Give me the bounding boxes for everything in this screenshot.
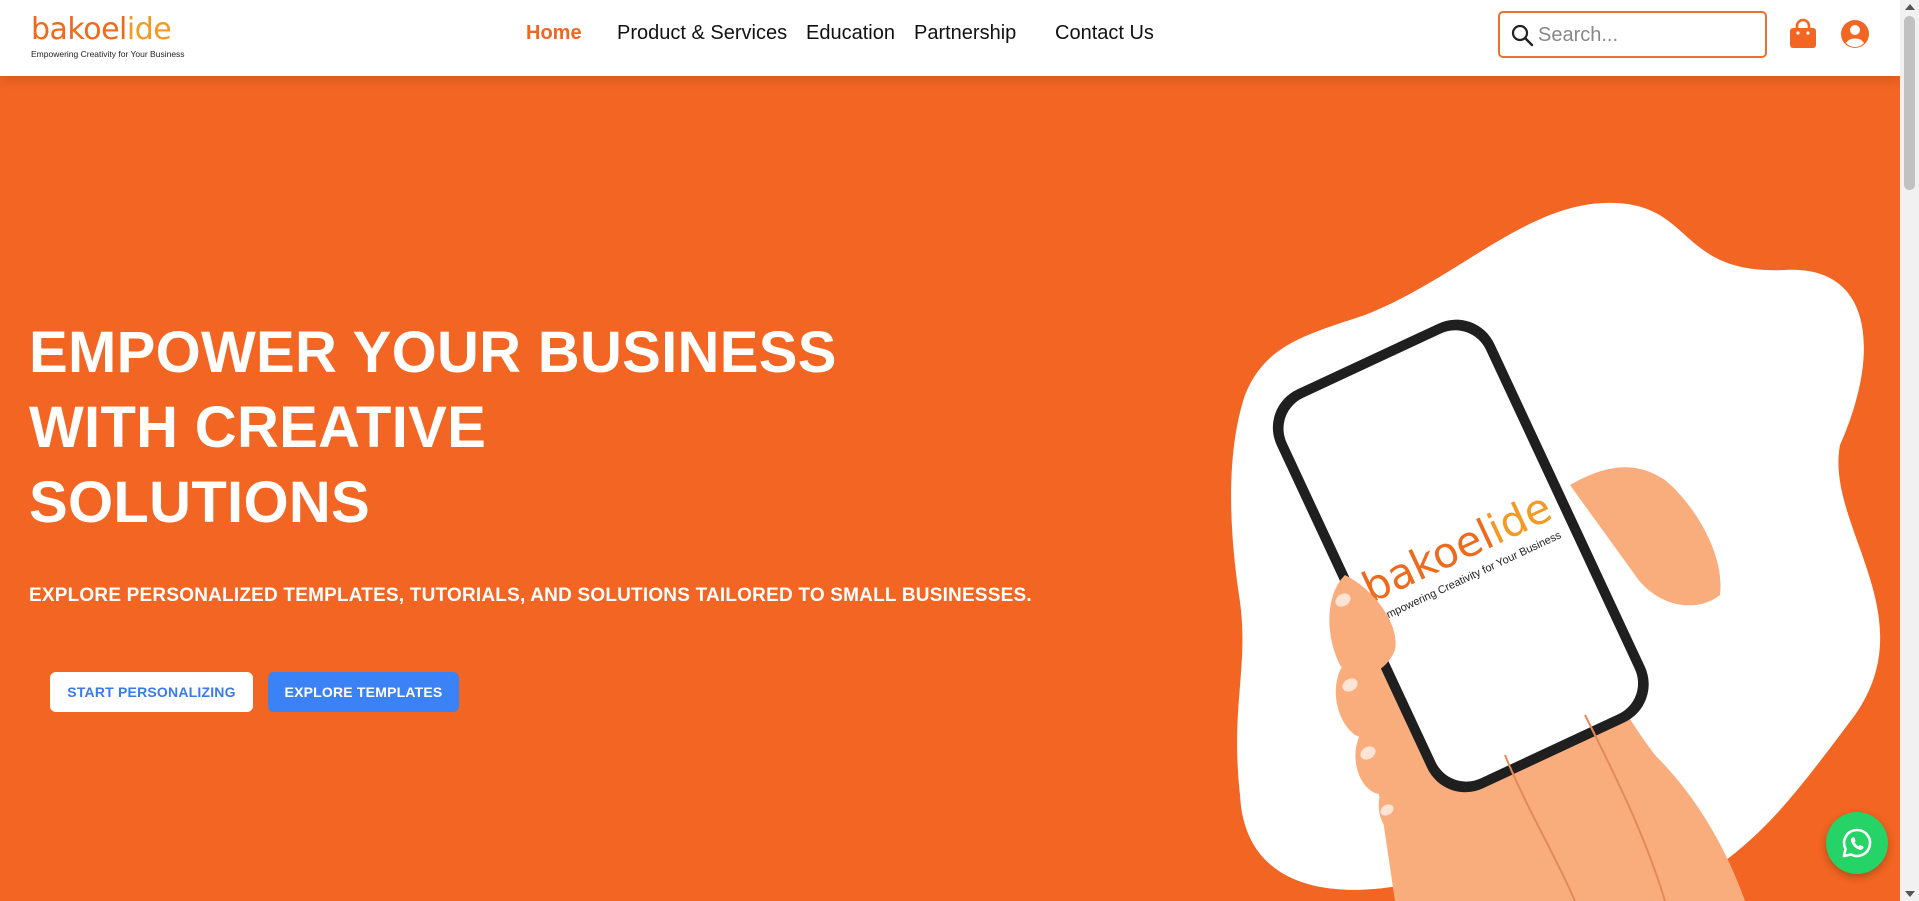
- logo-tagline: Empowering Creativity for Your Business: [31, 49, 185, 59]
- nav-item-home[interactable]: Home: [526, 22, 582, 45]
- shopping-bag-icon[interactable]: [1788, 18, 1818, 50]
- nav-item-partnership[interactable]: Partnership: [914, 22, 1016, 45]
- page-scrollbar[interactable]: [1900, 0, 1919, 901]
- brand-logo[interactable]: bakoelide Empowering Creativity for Your…: [31, 14, 191, 66]
- hero-title-line-1: EMPOWER YOUR BUSINESS: [29, 320, 837, 385]
- user-circle-icon[interactable]: [1840, 18, 1870, 50]
- whatsapp-icon: [1842, 828, 1872, 858]
- scroll-up-arrow-icon[interactable]: [1905, 4, 1915, 10]
- search-input[interactable]: [1538, 21, 1758, 49]
- explore-templates-button[interactable]: EXPLORE TEMPLATES: [268, 672, 459, 712]
- hero-title-line-2: WITH CREATIVE: [29, 395, 487, 460]
- nav-item-product-services[interactable]: Product & Services: [617, 22, 787, 45]
- nav-item-contact-us[interactable]: Contact Us: [1055, 22, 1154, 45]
- logo-wordmark: bakoelide: [31, 12, 172, 47]
- scrollbar-thumb[interactable]: [1904, 16, 1915, 190]
- search-icon[interactable]: [1510, 23, 1534, 47]
- nav-item-education[interactable]: Education: [806, 22, 895, 45]
- site-header: bakoelide Empowering Creativity for Your…: [0, 0, 1900, 76]
- whatsapp-chat-button[interactable]: [1826, 812, 1888, 874]
- start-personalizing-button[interactable]: START PERSONALIZING: [50, 672, 253, 712]
- hero-title-line-3: SOLUTIONS: [29, 470, 371, 535]
- hero-subtitle: EXPLORE PERSONALIZED TEMPLATES, TUTORIAL…: [29, 585, 1032, 606]
- hero-illustration: bakoelide Empowering Creativity for Your…: [1225, 195, 1901, 901]
- search-box: [1498, 11, 1767, 58]
- hero-title: EMPOWER YOUR BUSINESS WITH CREATIVE SOLU…: [29, 315, 929, 540]
- scroll-down-arrow-icon[interactable]: [1905, 891, 1915, 897]
